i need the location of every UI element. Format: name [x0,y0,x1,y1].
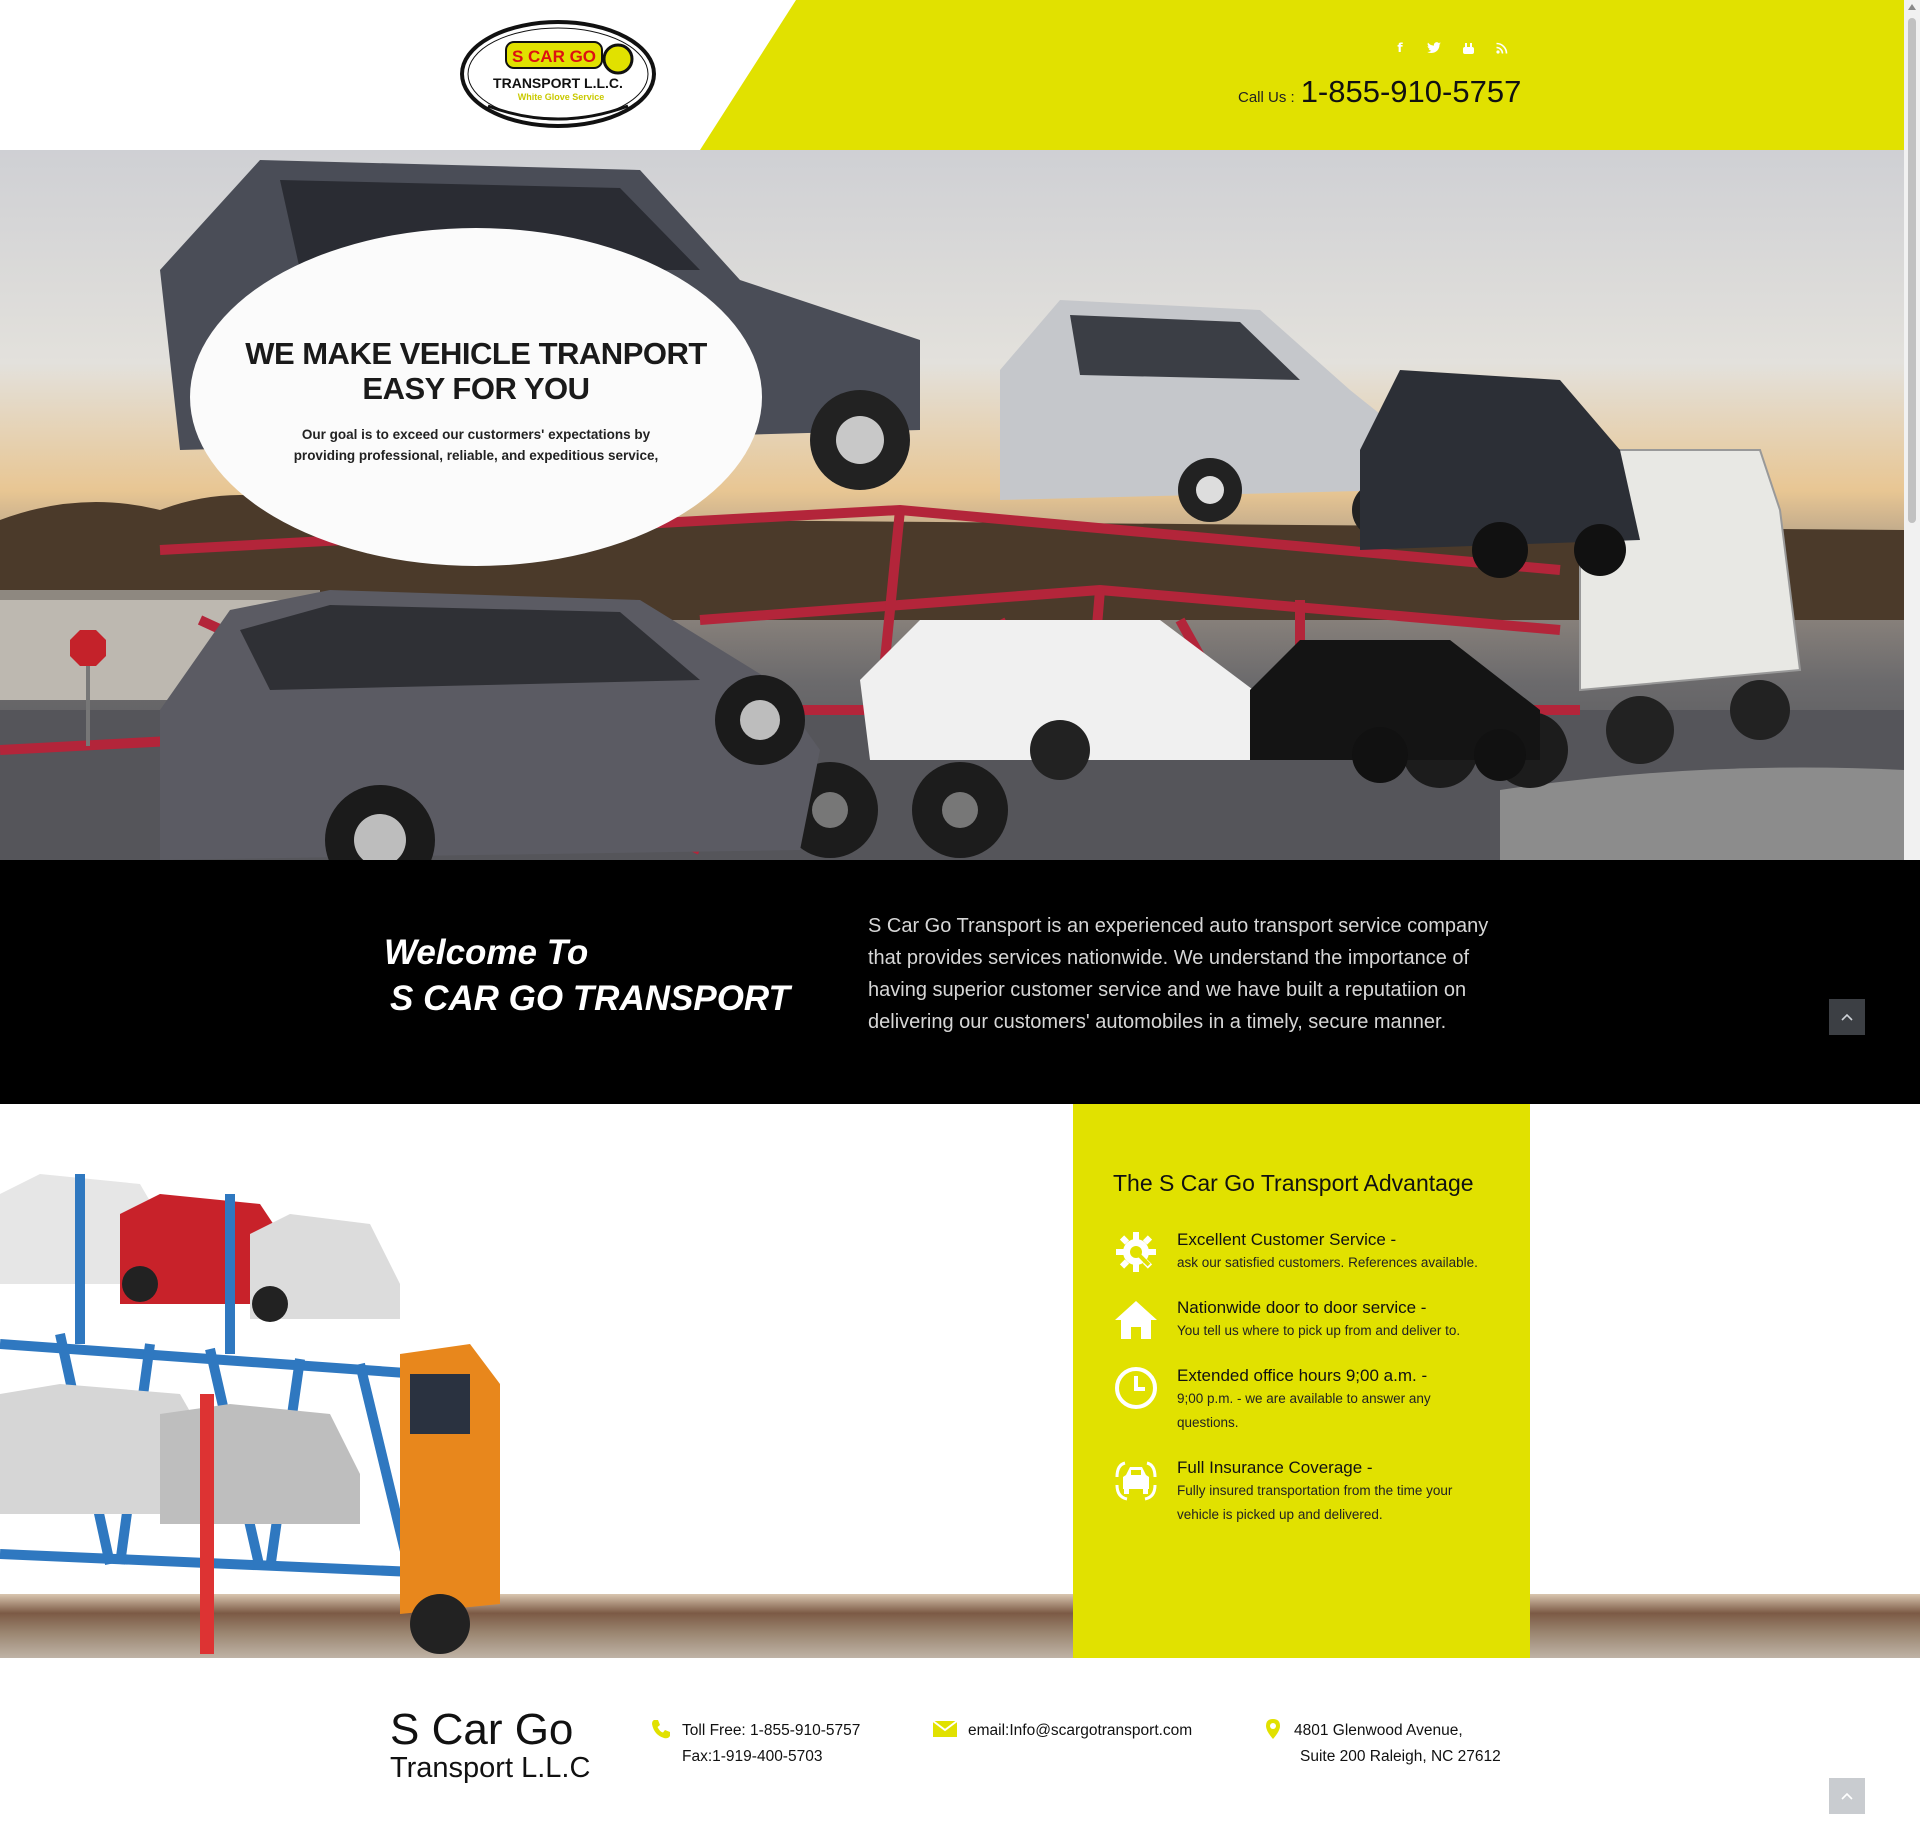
advantage-item-desc: Fully insured transportation from the ti… [1177,1483,1453,1522]
advantage-item-desc: You tell us where to pick up from and de… [1177,1323,1461,1338]
hero-banner: WE MAKE VEHICLE TRANPORT EASY FOR YOU Ou… [0,150,1904,860]
call-us: Call Us : 1-855-910-5757 [1238,74,1521,110]
email-link[interactable]: email:Info@scargotransport.com [968,1718,1192,1744]
youtube-icon[interactable] [1458,38,1478,58]
advantage-panel: The S Car Go Transport Advantage Excelle… [1073,1104,1530,1658]
advantage-item-desc: ask our satisfied customers. References … [1177,1255,1478,1270]
logo[interactable]: S CAR GO TRANSPORT L.L.C. White Glove Se… [458,14,658,134]
welcome-description: S Car Go Transport is an experienced aut… [868,915,1489,1033]
footer-brand-line1: S Car Go [390,1705,574,1754]
logo-graphic: S CAR GO TRANSPORT L.L.C. White Glove Se… [460,20,656,128]
footer-phone: Toll Free: 1-855-910-5757 Fax:1-919-400-… [650,1718,860,1770]
footer-address: 4801 Glenwood Avenue, Suite 200 Raleigh,… [1262,1718,1501,1770]
advantage-item: Nationwide door to door service - You te… [1113,1297,1530,1343]
clock-icon [1115,1367,1157,1409]
advantage-item-title: Full Insurance Coverage - [1177,1458,1373,1477]
logo-line2: TRANSPORT L.L.C. [493,75,623,91]
advantage-item-title: Excellent Customer Service - [1177,1230,1397,1249]
logo-line1: S CAR GO [512,47,596,66]
hero-subtitle: Our goal is to exceed our custormers' ex… [293,427,659,463]
advantage-item-title: Nationwide door to door service - [1177,1298,1427,1317]
scroll-up-arrow[interactable] [1908,4,1916,10]
advantage-item: Extended office hours 9;00 a.m. - 9;00 p… [1113,1365,1530,1435]
back-to-top-button[interactable] [1829,999,1865,1035]
footer-brand-line2: Transport L.L.C [390,1752,591,1784]
welcome-title-line2: S CAR GO TRANSPORT [390,979,790,1018]
hero-title-line1: WE MAKE VEHICLE TRANPORT [245,336,707,371]
chevron-up-icon [1841,1792,1853,1800]
advantage-item: Excellent Customer Service - ask our sat… [1113,1229,1530,1275]
toll-free-number[interactable]: Toll Free: 1-855-910-5757 [682,1718,860,1744]
address-line2: Suite 200 Raleigh, NC 27612 [1300,1748,1501,1765]
car-insurance-icon [1115,1461,1157,1501]
welcome-title: Welcome To S CAR GO TRANSPORT [384,930,790,1022]
fax-number: Fax:1-919-400-5703 [682,1748,823,1765]
rss-icon[interactable] [1492,38,1512,58]
advantage-section: The S Car Go Transport Advantage Excelle… [0,1104,1920,1658]
back-to-top-button-bottom[interactable] [1829,1778,1865,1814]
home-icon [1115,1301,1157,1339]
car-carrier-illustration [0,1174,500,1654]
advantage-heading: The S Car Go Transport Advantage [1113,1170,1474,1196]
phone-icon [652,1720,670,1739]
address-line1: 4801 Glenwood Avenue, [1294,1722,1463,1739]
advantage-item-desc: 9;00 p.m. - we are available to answer a… [1177,1391,1431,1430]
map-pin-icon [1266,1719,1280,1739]
page-scrollbar[interactable] [1904,0,1920,980]
scrollbar-thumb[interactable] [1908,18,1916,523]
gear-icon [1116,1232,1156,1272]
chevron-up-icon [1841,1013,1853,1021]
site-header: S CAR GO TRANSPORT L.L.C. White Glove Se… [0,0,1920,150]
footer-email: email:Info@scargotransport.com [932,1718,1192,1744]
hero-message-bubble: WE MAKE VEHICLE TRANPORT EASY FOR YOU Ou… [190,228,762,566]
facebook-icon[interactable]: f [1390,38,1410,58]
hero-title-line2: EASY FOR YOU [362,371,590,406]
envelope-icon [932,1720,958,1737]
welcome-title-line1: Welcome To [384,933,589,972]
hero-title: WE MAKE VEHICLE TRANPORT EASY FOR YOU [190,336,762,406]
twitter-icon[interactable] [1424,38,1444,58]
phone-number-link[interactable]: 1-855-910-5757 [1301,74,1522,110]
logo-tagline: White Glove Service [518,92,605,102]
footer-brand: S Car Go Transport L.L.C [390,1705,591,1785]
welcome-section: Welcome To S CAR GO TRANSPORT S Car Go T… [0,860,1920,1104]
header-accent-band [700,0,1920,150]
advantage-item-title: Extended office hours 9;00 a.m. - [1177,1366,1428,1385]
call-label: Call Us : [1238,89,1295,106]
social-links: f [1390,38,1512,58]
site-footer: S Car Go Transport L.L.C Toll Free: 1-85… [0,1658,1920,1830]
advantage-item: Full Insurance Coverage - Fully insured … [1113,1457,1530,1527]
